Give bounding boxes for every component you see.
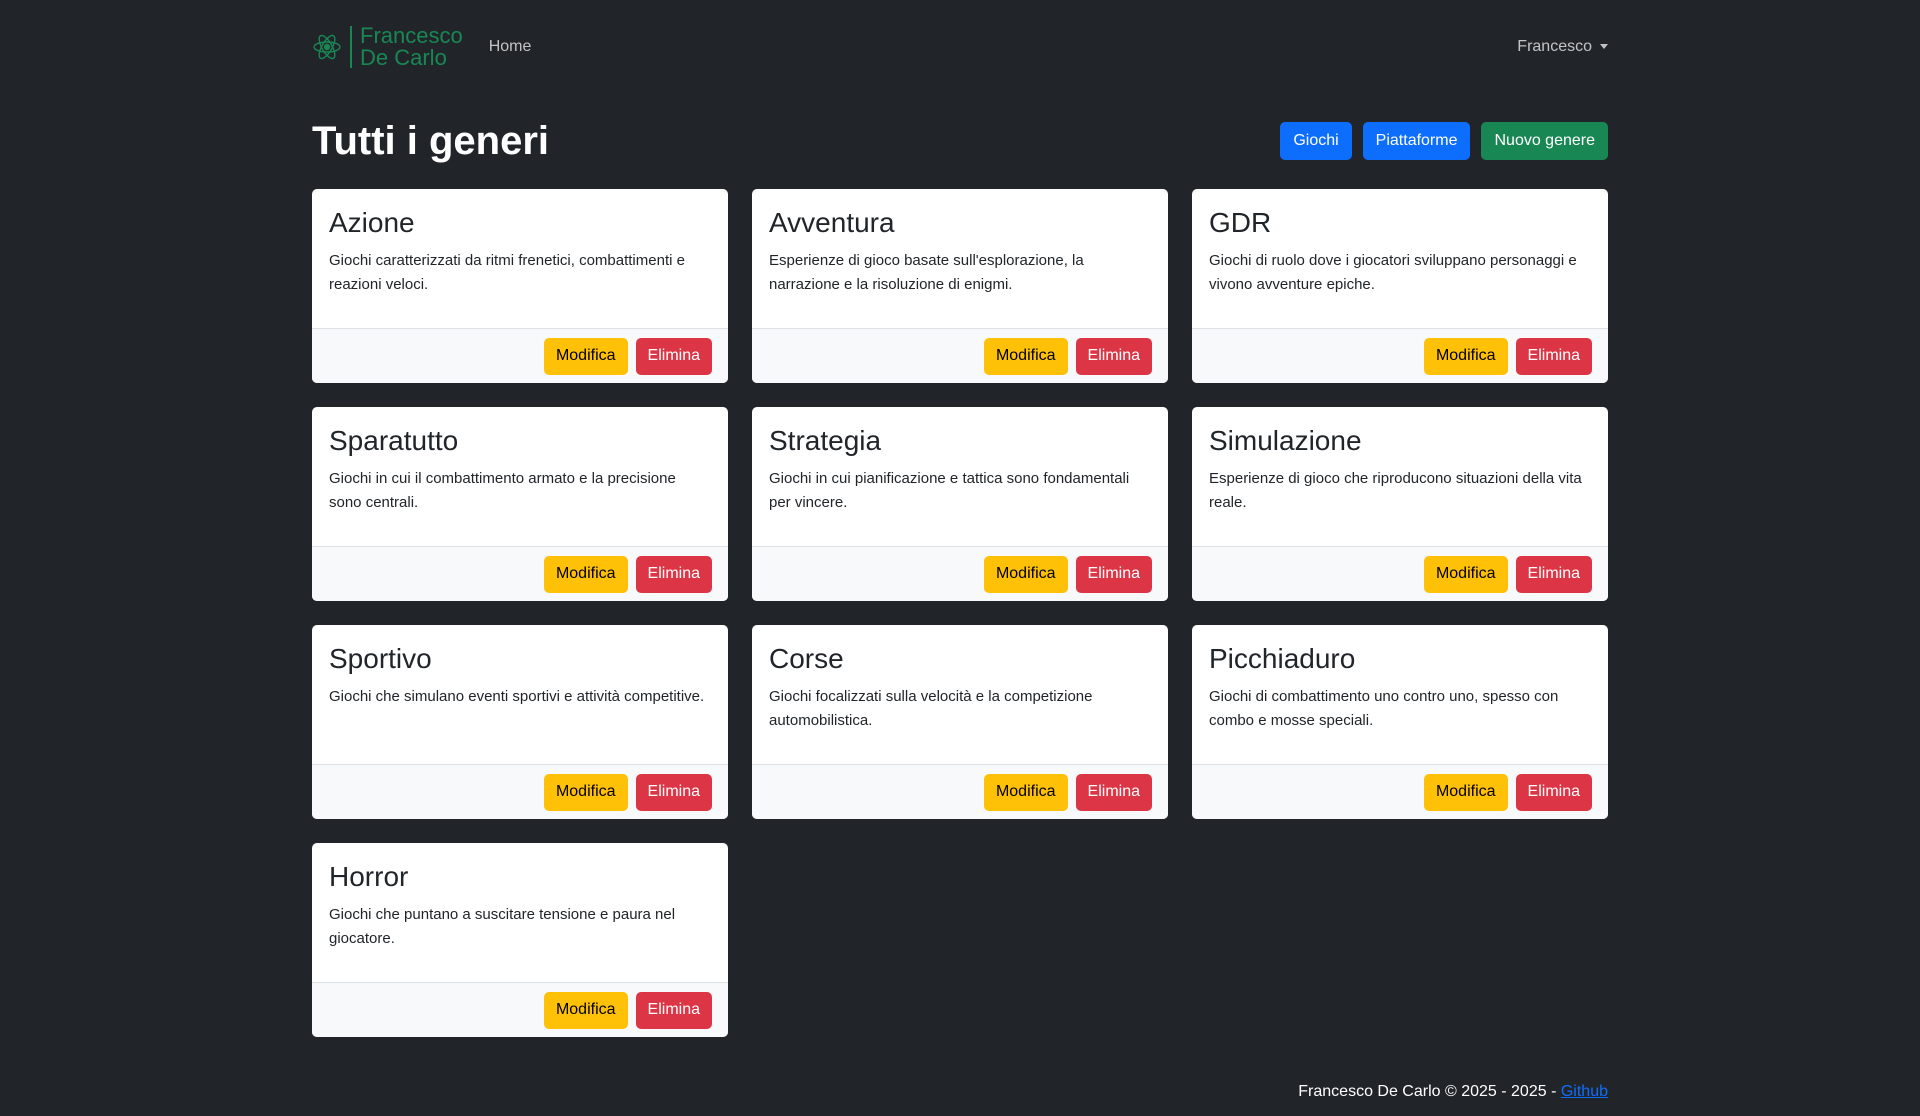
- platforms-button[interactable]: Piattaforme: [1362, 122, 1471, 160]
- edit-button[interactable]: Modifica: [1423, 555, 1508, 593]
- genre-description: Giochi di ruolo dove i giocatori svilupp…: [1209, 252, 1577, 293]
- edit-button[interactable]: Modifica: [983, 773, 1068, 811]
- card-body: Azione Giochi caratterizzati da ritmi fr…: [312, 189, 728, 328]
- genre-card: Sparatutto Giochi in cui il combattiment…: [312, 407, 728, 601]
- card-body: Picchiaduro Giochi di combattimento uno …: [1192, 625, 1608, 764]
- genre-card: GDR Giochi di ruolo dove i giocatori svi…: [1192, 189, 1608, 383]
- delete-button[interactable]: Elimina: [1075, 773, 1152, 811]
- brand-line-2: De Carlo: [360, 44, 447, 70]
- genre-title: Picchiaduro: [1209, 643, 1356, 674]
- page-header: Tutti i generi Giochi Piattaforme Nuovo …: [312, 93, 1608, 189]
- card-body: Sparatutto Giochi in cui il combattiment…: [312, 407, 728, 546]
- genre-title: Simulazione: [1209, 425, 1362, 456]
- genre-card: Picchiaduro Giochi di combattimento uno …: [1192, 625, 1608, 819]
- card-footer: Modifica Elimina: [1192, 546, 1608, 601]
- genre-card: Simulazione Esperienze di gioco che ripr…: [1192, 407, 1608, 601]
- card-body: Corse Giochi focalizzati sulla velocità …: [752, 625, 1168, 764]
- genre-description: Giochi in cui il combattimento armato e …: [329, 470, 676, 511]
- user-name: Francesco: [1517, 37, 1592, 55]
- delete-button[interactable]: Elimina: [1515, 555, 1592, 593]
- card-body: Simulazione Esperienze di gioco che ripr…: [1192, 407, 1608, 546]
- delete-button[interactable]: Elimina: [1075, 555, 1152, 593]
- genre-description: Giochi focalizzati sulla velocità e la c…: [769, 688, 1093, 729]
- genre-title: Azione: [329, 207, 415, 238]
- genre-title: Avventura: [769, 207, 895, 238]
- edit-button[interactable]: Modifica: [543, 773, 628, 811]
- chevron-down-icon: [1600, 44, 1608, 49]
- edit-button[interactable]: Modifica: [543, 555, 628, 593]
- card-footer: Modifica Elimina: [312, 982, 728, 1037]
- genre-card: Sportivo Giochi che simulano eventi spor…: [312, 625, 728, 819]
- card-body: Sportivo Giochi che simulano eventi spor…: [312, 625, 728, 764]
- delete-button[interactable]: Elimina: [1515, 773, 1592, 811]
- delete-button[interactable]: Elimina: [635, 337, 712, 375]
- edit-button[interactable]: Modifica: [543, 991, 628, 1029]
- brand-line-1: Francesco: [360, 22, 463, 48]
- card-footer: Modifica Elimina: [312, 546, 728, 601]
- card-footer: Modifica Elimina: [1192, 764, 1608, 819]
- delete-button[interactable]: Elimina: [1075, 337, 1152, 375]
- header-actions: Giochi Piattaforme Nuovo genere: [1280, 122, 1608, 160]
- user-dropdown[interactable]: Francesco: [1517, 38, 1608, 56]
- genre-grid: Azione Giochi caratterizzati da ritmi fr…: [312, 189, 1608, 1037]
- genre-title: Strategia: [769, 425, 882, 456]
- genre-description: Esperienze di gioco basate sull'esploraz…: [769, 252, 1084, 293]
- card-footer: Modifica Elimina: [312, 328, 728, 383]
- genre-card: Horror Giochi che puntano a suscitare te…: [312, 843, 728, 1037]
- card-footer: Modifica Elimina: [752, 328, 1168, 383]
- nav-home-link[interactable]: Home: [489, 38, 532, 56]
- genre-description: Giochi in cui pianificazione e tattica s…: [769, 470, 1130, 511]
- edit-button[interactable]: Modifica: [1423, 773, 1508, 811]
- genre-card: Avventura Esperienze di gioco basate sul…: [752, 189, 1168, 383]
- delete-button[interactable]: Elimina: [635, 991, 712, 1029]
- brand-logo[interactable]: Francesco De Carlo: [312, 22, 463, 70]
- genre-title: Sportivo: [329, 643, 432, 674]
- site-footer: Francesco De Carlo © 2025 - 2025 - Githu…: [312, 1083, 1608, 1101]
- genre-description: Giochi che simulano eventi sportivi e at…: [329, 688, 705, 705]
- github-link[interactable]: Github: [1561, 1083, 1608, 1100]
- brand-name: Francesco De Carlo: [360, 22, 463, 70]
- genre-description: Giochi di combattimento uno contro uno, …: [1209, 688, 1559, 729]
- page-title: Tutti i generi: [312, 118, 550, 163]
- genre-card: Corse Giochi focalizzati sulla velocità …: [752, 625, 1168, 819]
- genre-title: GDR: [1209, 207, 1272, 238]
- brand-divider: [350, 25, 352, 68]
- edit-button[interactable]: Modifica: [543, 337, 628, 375]
- delete-button[interactable]: Elimina: [635, 773, 712, 811]
- atom-icon: [313, 34, 341, 59]
- edit-button[interactable]: Modifica: [983, 555, 1068, 593]
- card-body: Horror Giochi che puntano a suscitare te…: [312, 843, 728, 982]
- delete-button[interactable]: Elimina: [1515, 337, 1592, 375]
- new-genre-button[interactable]: Nuovo genere: [1481, 122, 1608, 160]
- genre-card: Strategia Giochi in cui pianificazione e…: [752, 407, 1168, 601]
- genre-title: Horror: [329, 861, 409, 892]
- genre-card: Azione Giochi caratterizzati da ritmi fr…: [312, 189, 728, 383]
- delete-button[interactable]: Elimina: [635, 555, 712, 593]
- card-footer: Modifica Elimina: [1192, 328, 1608, 383]
- games-button[interactable]: Giochi: [1280, 122, 1352, 160]
- genre-title: Sparatutto: [329, 425, 459, 456]
- card-body: Strategia Giochi in cui pianificazione e…: [752, 407, 1168, 546]
- card-footer: Modifica Elimina: [752, 764, 1168, 819]
- copyright-text: Francesco De Carlo © 2025 - 2025 -: [1298, 1083, 1557, 1100]
- card-body: Avventura Esperienze di gioco basate sul…: [752, 189, 1168, 328]
- genre-description: Giochi che puntano a suscitare tensione …: [329, 906, 676, 947]
- edit-button[interactable]: Modifica: [983, 337, 1068, 375]
- edit-button[interactable]: Modifica: [1423, 337, 1508, 375]
- navbar: Francesco De Carlo Home Francesco: [312, 0, 1608, 93]
- genre-description: Giochi caratterizzati da ritmi frenetici…: [329, 252, 685, 293]
- genre-description: Esperienze di gioco che riproducono situ…: [1209, 470, 1582, 511]
- card-body: GDR Giochi di ruolo dove i giocatori svi…: [1192, 189, 1608, 328]
- card-footer: Modifica Elimina: [312, 764, 728, 819]
- page-container: Francesco De Carlo Home Francesco Tutti …: [312, 0, 1608, 1100]
- card-footer: Modifica Elimina: [752, 546, 1168, 601]
- genre-title: Corse: [769, 643, 844, 674]
